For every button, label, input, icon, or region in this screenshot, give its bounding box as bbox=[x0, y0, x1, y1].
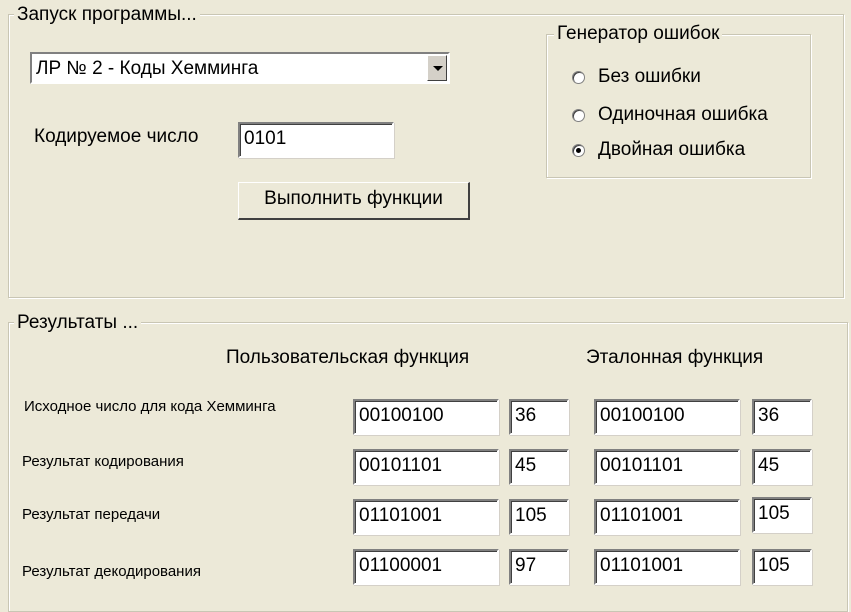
ref-encoding-bin[interactable]: 00101101 bbox=[594, 449, 740, 485]
ref-decoding-bin[interactable]: 01101001 bbox=[594, 549, 740, 585]
user-encoding-bin[interactable]: 00101101 bbox=[353, 449, 499, 485]
user-source-bin[interactable]: 00100100 bbox=[353, 399, 499, 435]
user-encoding-dec[interactable]: 45 bbox=[509, 449, 569, 485]
user-function-header: Пользовательская функция bbox=[226, 347, 470, 368]
ref-transmission-dec[interactable]: 105 bbox=[752, 497, 812, 533]
lab-select-dropdown-button[interactable] bbox=[427, 55, 447, 81]
results-group-title: Результаты ... bbox=[14, 313, 142, 333]
row-label-transmission: Результат передачи bbox=[22, 506, 161, 523]
input-number-field[interactable]: 0101 bbox=[238, 122, 394, 158]
user-source-dec[interactable]: 36 bbox=[509, 399, 569, 435]
radio-no-error-button[interactable] bbox=[572, 70, 585, 84]
ref-encoding-dec[interactable]: 45 bbox=[752, 449, 812, 485]
launch-group-title: Запуск программы... bbox=[14, 5, 200, 25]
lab-select-value: ЛР № 2 - Коды Хемминга bbox=[36, 58, 259, 79]
user-transmission-dec[interactable]: 105 bbox=[509, 499, 569, 535]
user-transmission-bin[interactable]: 01101001 bbox=[353, 499, 499, 535]
input-number-label: Кодируемое число bbox=[34, 126, 199, 147]
ref-source-dec[interactable]: 36 bbox=[752, 399, 812, 435]
user-decoding-bin[interactable]: 01100001 bbox=[353, 549, 499, 585]
row-label-source: Исходное число для кода Хемминга bbox=[24, 398, 276, 415]
run-functions-button[interactable]: Выполнить функции bbox=[238, 182, 470, 220]
ref-source-bin[interactable]: 00100100 bbox=[594, 399, 740, 435]
radio-single-error[interactable]: Одиночная ошибка bbox=[572, 104, 768, 126]
radio-no-error[interactable]: Без ошибки bbox=[572, 66, 701, 88]
error-generator-title: Генератор ошибок bbox=[554, 24, 723, 44]
radio-double-error[interactable]: Двойная ошибка bbox=[572, 139, 745, 161]
radio-single-error-label: Одиночная ошибка bbox=[598, 104, 768, 125]
radio-no-error-label: Без ошибки bbox=[598, 66, 701, 87]
row-label-decoding: Результат декодирования bbox=[22, 563, 201, 580]
reference-function-header: Эталонная функция bbox=[586, 347, 764, 368]
ref-transmission-bin[interactable]: 01101001 bbox=[594, 499, 740, 535]
lab-select[interactable]: ЛР № 2 - Коды Хемминга bbox=[30, 52, 450, 84]
chevron-down-icon bbox=[433, 66, 443, 71]
radio-double-error-label: Двойная ошибка bbox=[598, 139, 746, 160]
ref-decoding-dec[interactable]: 105 bbox=[752, 549, 812, 585]
row-label-encoding: Результат кодирования bbox=[22, 453, 184, 470]
radio-double-error-button[interactable] bbox=[572, 143, 585, 157]
radio-single-error-button[interactable] bbox=[572, 108, 585, 122]
user-decoding-dec[interactable]: 97 bbox=[509, 549, 569, 585]
